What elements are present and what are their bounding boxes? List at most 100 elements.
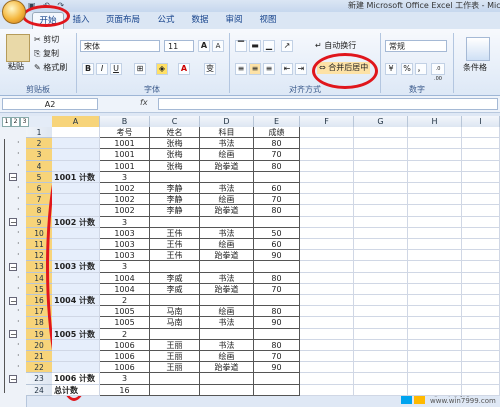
cell-c[interactable] (150, 171, 200, 183)
cell-g[interactable] (354, 261, 408, 273)
cell-e[interactable] (254, 384, 300, 396)
cell-g[interactable] (354, 160, 408, 172)
cell-c[interactable]: 王伟 (150, 239, 200, 251)
cell-a[interactable] (52, 149, 100, 161)
cell-d[interactable]: 跆拳道 (200, 250, 254, 262)
cell-d[interactable] (200, 295, 254, 307)
cell-a[interactable]: 1006 计数 (52, 373, 100, 385)
cell-i[interactable] (462, 306, 500, 318)
row-header[interactable]: 7 (26, 194, 52, 206)
cell-d[interactable]: 书法 (200, 339, 254, 351)
cell-e[interactable]: 90 (254, 362, 300, 374)
cell-a[interactable]: 1003 计数 (52, 261, 100, 273)
collapse-group-button[interactable]: − (9, 218, 17, 227)
row-header[interactable]: 6 (26, 183, 52, 195)
cell-d[interactable]: 书法 (200, 272, 254, 284)
row-header[interactable]: 3 (26, 149, 52, 161)
cell-i[interactable] (462, 205, 500, 217)
cell-a[interactable]: 1005 计数 (52, 328, 100, 340)
collapse-group-button[interactable]: − (9, 262, 17, 271)
cell-i[interactable] (462, 272, 500, 284)
row-header[interactable]: 2 (26, 138, 52, 150)
cell-i[interactable] (462, 351, 500, 363)
cell-b[interactable]: 考号 (100, 127, 150, 139)
cell-a[interactable] (52, 339, 100, 351)
cell-d[interactable] (200, 384, 254, 396)
cell-b[interactable]: 1002 (100, 205, 150, 217)
cell-h[interactable] (408, 295, 462, 307)
cell-e[interactable]: 80 (254, 339, 300, 351)
worksheet-grid[interactable]: 1 考号 姓名 科目 成绩 · 2 1001 张梅 书法 80 · 3 1001 张梅 绘画 70 · 4 1001 张… (0, 127, 500, 407)
cell-h[interactable] (408, 384, 462, 396)
number-format-select[interactable]: 常规 (385, 40, 447, 52)
cell-a[interactable] (52, 227, 100, 239)
cell-h[interactable] (408, 216, 462, 228)
cell-f[interactable] (300, 283, 354, 295)
cell-b[interactable]: 1005 (100, 306, 150, 318)
cell-b[interactable]: 1006 (100, 362, 150, 374)
copy-button[interactable]: ⎘ 复制 (34, 48, 59, 60)
cell-i[interactable] (462, 261, 500, 273)
cell-b[interactable]: 1003 (100, 227, 150, 239)
cell-f[interactable] (300, 295, 354, 307)
cell-b[interactable]: 2 (100, 328, 150, 340)
cell-f[interactable] (300, 227, 354, 239)
align-middle-icon[interactable]: ▬ (249, 40, 261, 52)
cell-f[interactable] (300, 362, 354, 374)
cell-e[interactable] (254, 261, 300, 273)
row-header[interactable]: 1 (26, 127, 52, 139)
cell-e[interactable]: 成绩 (254, 127, 300, 139)
cell-h[interactable] (408, 306, 462, 318)
cell-d[interactable]: 书法 (200, 317, 254, 329)
orientation-icon[interactable]: ↗ (281, 40, 293, 52)
cell-a[interactable] (52, 351, 100, 363)
cell-a[interactable] (52, 250, 100, 262)
column-header-c[interactable]: C (150, 116, 200, 127)
cell-h[interactable] (408, 138, 462, 150)
cell-a[interactable] (52, 306, 100, 318)
cell-d[interactable]: 绘画 (200, 239, 254, 251)
cell-h[interactable] (408, 227, 462, 239)
tab-insert[interactable]: 插入 (68, 12, 94, 29)
cell-b[interactable]: 1004 (100, 272, 150, 284)
cell-b[interactable]: 1005 (100, 317, 150, 329)
cell-h[interactable] (408, 160, 462, 172)
cell-d[interactable] (200, 373, 254, 385)
cell-b[interactable]: 3 (100, 373, 150, 385)
cell-b[interactable]: 1006 (100, 339, 150, 351)
cell-b[interactable]: 2 (100, 295, 150, 307)
align-center-icon[interactable]: ≡ (249, 63, 261, 75)
row-header[interactable]: 19 (26, 328, 52, 340)
cell-f[interactable] (300, 373, 354, 385)
column-header-b[interactable]: B (100, 116, 150, 127)
cell-g[interactable] (354, 328, 408, 340)
underline-button[interactable]: U (110, 63, 122, 75)
cell-i[interactable] (462, 239, 500, 251)
cell-a[interactable]: 1004 计数 (52, 295, 100, 307)
column-header-i[interactable]: I (462, 116, 500, 127)
cell-i[interactable] (462, 317, 500, 329)
cell-d[interactable]: 跆拳道 (200, 205, 254, 217)
grow-font-button[interactable]: A (198, 40, 210, 52)
cell-e[interactable]: 80 (254, 272, 300, 284)
cell-a[interactable] (52, 205, 100, 217)
cell-a[interactable]: 1001 计数 (52, 171, 100, 183)
cell-a[interactable]: 1002 计数 (52, 216, 100, 228)
cell-d[interactable] (200, 328, 254, 340)
shrink-font-button[interactable]: A (212, 40, 224, 52)
cell-b[interactable]: 1002 (100, 183, 150, 195)
cell-g[interactable] (354, 373, 408, 385)
cell-a[interactable] (52, 127, 100, 139)
cell-a[interactable] (52, 138, 100, 150)
cell-g[interactable] (354, 339, 408, 351)
cell-a[interactable] (52, 183, 100, 195)
row-header[interactable]: 22 (26, 362, 52, 374)
office-button[interactable] (2, 0, 26, 24)
cell-c[interactable]: 李静 (150, 183, 200, 195)
cell-c[interactable]: 李威 (150, 283, 200, 295)
cell-e[interactable]: 90 (254, 250, 300, 262)
cell-h[interactable] (408, 272, 462, 284)
row-header[interactable]: 5 (26, 171, 52, 183)
cell-g[interactable] (354, 205, 408, 217)
cell-b[interactable]: 1001 (100, 160, 150, 172)
